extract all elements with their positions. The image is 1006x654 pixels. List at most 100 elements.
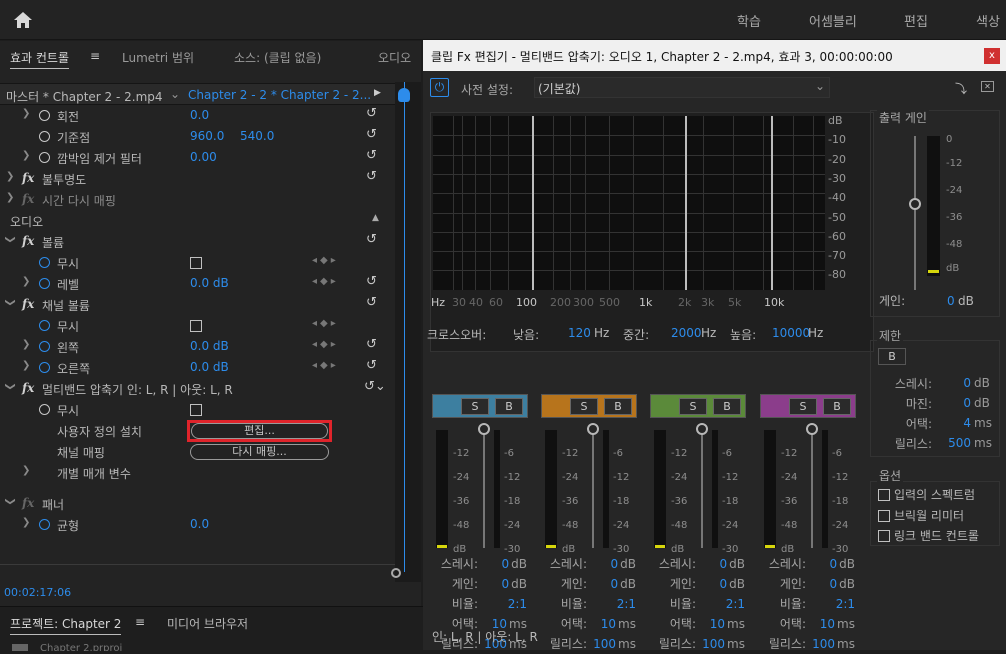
- limiter-attack-value[interactable]: 4: [933, 416, 971, 430]
- master-clip-label[interactable]: 마스터 * Chapter 2 - 2.mp4: [6, 88, 163, 105]
- limiter-release-value[interactable]: 500: [933, 436, 971, 450]
- sequence-clip-label[interactable]: Chapter 2 - 2 * Chapter 2 - 2...: [188, 88, 371, 102]
- band-release-value[interactable]: 100 ms: [697, 637, 745, 651]
- band-threshold-number[interactable]: 0: [611, 557, 619, 571]
- band-release-number[interactable]: 100: [702, 637, 725, 651]
- edit-button[interactable]: 편집...: [191, 423, 328, 439]
- bypass-button[interactable]: B: [823, 398, 851, 415]
- crossover-graph[interactable]: [433, 116, 825, 290]
- link-bands-checkbox[interactable]: [878, 530, 890, 542]
- bypass-checkbox[interactable]: [190, 257, 202, 269]
- anchor-x-value[interactable]: 960.0: [190, 129, 224, 143]
- tab-media-browser[interactable]: 미디어 브라우저: [167, 615, 248, 632]
- band-release-value[interactable]: 100 ms: [588, 637, 636, 651]
- stopwatch-icon[interactable]: [39, 519, 50, 530]
- crossover-low-line[interactable]: [532, 116, 534, 290]
- bypass-button[interactable]: B: [604, 398, 632, 415]
- threshold-slider[interactable]: [806, 423, 818, 435]
- workspace-assembly[interactable]: 어셈블리: [809, 11, 857, 30]
- fx-icon[interactable]: fx: [22, 171, 34, 185]
- band-attack-value[interactable]: 10 ms: [588, 617, 636, 631]
- reset-icon[interactable]: ↺: [366, 232, 377, 247]
- spectrum-option[interactable]: 입력의 스펙트럼: [878, 486, 975, 503]
- limiter-margin-value[interactable]: 0: [933, 396, 971, 410]
- stopwatch-icon[interactable]: [39, 152, 50, 163]
- band-threshold-number[interactable]: 0: [720, 557, 728, 571]
- route-icon[interactable]: ⤵: [955, 80, 967, 97]
- band-threshold-value[interactable]: 0 dB: [697, 557, 746, 571]
- band-gain-number[interactable]: 0: [720, 577, 728, 591]
- level-value[interactable]: 0.0 dB: [190, 276, 229, 290]
- threshold-slider[interactable]: [587, 423, 599, 435]
- workspace-color[interactable]: 색상: [976, 11, 1000, 30]
- panel-menu-icon[interactable]: ≡: [90, 49, 100, 63]
- tab-lumetri-scopes[interactable]: Lumetri 범위: [122, 49, 194, 66]
- band-ratio-number[interactable]: 2:1: [508, 597, 527, 611]
- threshold-slider[interactable]: [696, 423, 708, 435]
- band-ratio-value[interactable]: 2:1: [697, 597, 745, 611]
- rotation-value[interactable]: 0.0: [190, 108, 209, 122]
- band-threshold-value[interactable]: 0 dB: [588, 557, 637, 571]
- workspace-learn[interactable]: 학습: [737, 11, 761, 30]
- output-gain-value[interactable]: 0: [947, 294, 955, 308]
- band-attack-number[interactable]: 10: [710, 617, 725, 631]
- solo-button[interactable]: S: [570, 398, 598, 415]
- band-release-number[interactable]: 100: [593, 637, 616, 651]
- link-bands-option[interactable]: 링크 밴드 컨트롤: [878, 527, 979, 544]
- solo-button[interactable]: S: [679, 398, 707, 415]
- preset-dropdown[interactable]: (기본값) ⌄: [534, 77, 830, 98]
- workspace-editing[interactable]: 편집: [904, 11, 928, 30]
- stopwatch-icon[interactable]: [39, 362, 50, 373]
- band-threshold-value[interactable]: 0 dB: [807, 557, 856, 571]
- crossover-high-line[interactable]: [771, 116, 773, 290]
- collapse-up-icon[interactable]: ▲: [372, 213, 379, 223]
- play-icon[interactable]: ▶: [374, 88, 381, 98]
- stopwatch-icon[interactable]: [39, 278, 50, 289]
- keyframe-nav-icon[interactable]: ◂◆▸: [312, 255, 339, 266]
- right-channel-value[interactable]: 0.0 dB: [190, 360, 229, 374]
- keyframe-nav-icon[interactable]: ◂◆▸: [312, 318, 339, 329]
- reset-icon[interactable]: ↺: [366, 169, 377, 184]
- bypass-button[interactable]: B: [713, 398, 741, 415]
- band-attack-value[interactable]: 10 ms: [807, 617, 855, 631]
- crossover-mid-line[interactable]: [685, 116, 687, 290]
- band-threshold-number[interactable]: 0: [502, 557, 510, 571]
- band-gain-number[interactable]: 0: [502, 577, 510, 591]
- stopwatch-icon[interactable]: [39, 404, 50, 415]
- band-gain-value[interactable]: 0 dB: [807, 577, 856, 591]
- band-attack-number[interactable]: 10: [820, 617, 835, 631]
- band-threshold-value[interactable]: 0 dB: [479, 557, 528, 571]
- panel-menu-icon[interactable]: ≡: [135, 615, 145, 629]
- keyframe-nav-icon[interactable]: ◂◆▸: [312, 276, 339, 287]
- stopwatch-icon[interactable]: [39, 341, 50, 352]
- tab-audio[interactable]: 오디오: [378, 49, 411, 66]
- band-ratio-number[interactable]: 2:1: [726, 597, 745, 611]
- limiter-bypass-button[interactable]: B: [878, 348, 906, 365]
- stopwatch-icon[interactable]: [39, 131, 50, 142]
- band-gain-value[interactable]: 0 dB: [588, 577, 637, 591]
- band-release-value[interactable]: 100 ms: [807, 637, 855, 651]
- reset-icon[interactable]: ↺: [366, 337, 377, 352]
- stopwatch-icon[interactable]: [39, 257, 50, 268]
- playhead-icon[interactable]: [398, 88, 410, 102]
- reset-icon[interactable]: ↺: [366, 295, 377, 310]
- band-ratio-number[interactable]: 2:1: [836, 597, 855, 611]
- band-ratio-value[interactable]: 2:1: [807, 597, 855, 611]
- band-gain-value[interactable]: 0 dB: [479, 577, 528, 591]
- power-icon[interactable]: ⏻: [430, 78, 449, 97]
- band-gain-number[interactable]: 0: [611, 577, 619, 591]
- timecode[interactable]: 00:02:17:06: [4, 586, 71, 599]
- bypass-checkbox[interactable]: [190, 320, 202, 332]
- band-ratio-value[interactable]: 2:1: [479, 597, 527, 611]
- zoom-handle-icon[interactable]: [391, 568, 401, 578]
- band-gain-value[interactable]: 0 dB: [697, 577, 746, 591]
- band-gain-number[interactable]: 0: [830, 577, 838, 591]
- spectrum-checkbox[interactable]: [878, 489, 890, 501]
- flicker-value[interactable]: 0.00: [190, 150, 217, 164]
- reset-icon[interactable]: ↺: [366, 358, 377, 373]
- tab-effect-controls[interactable]: 효과 컨트롤: [10, 49, 70, 69]
- home-icon[interactable]: [13, 11, 33, 29]
- left-channel-value[interactable]: 0.0 dB: [190, 339, 229, 353]
- band-threshold-number[interactable]: 0: [830, 557, 838, 571]
- fx-icon[interactable]: fx: [22, 297, 34, 311]
